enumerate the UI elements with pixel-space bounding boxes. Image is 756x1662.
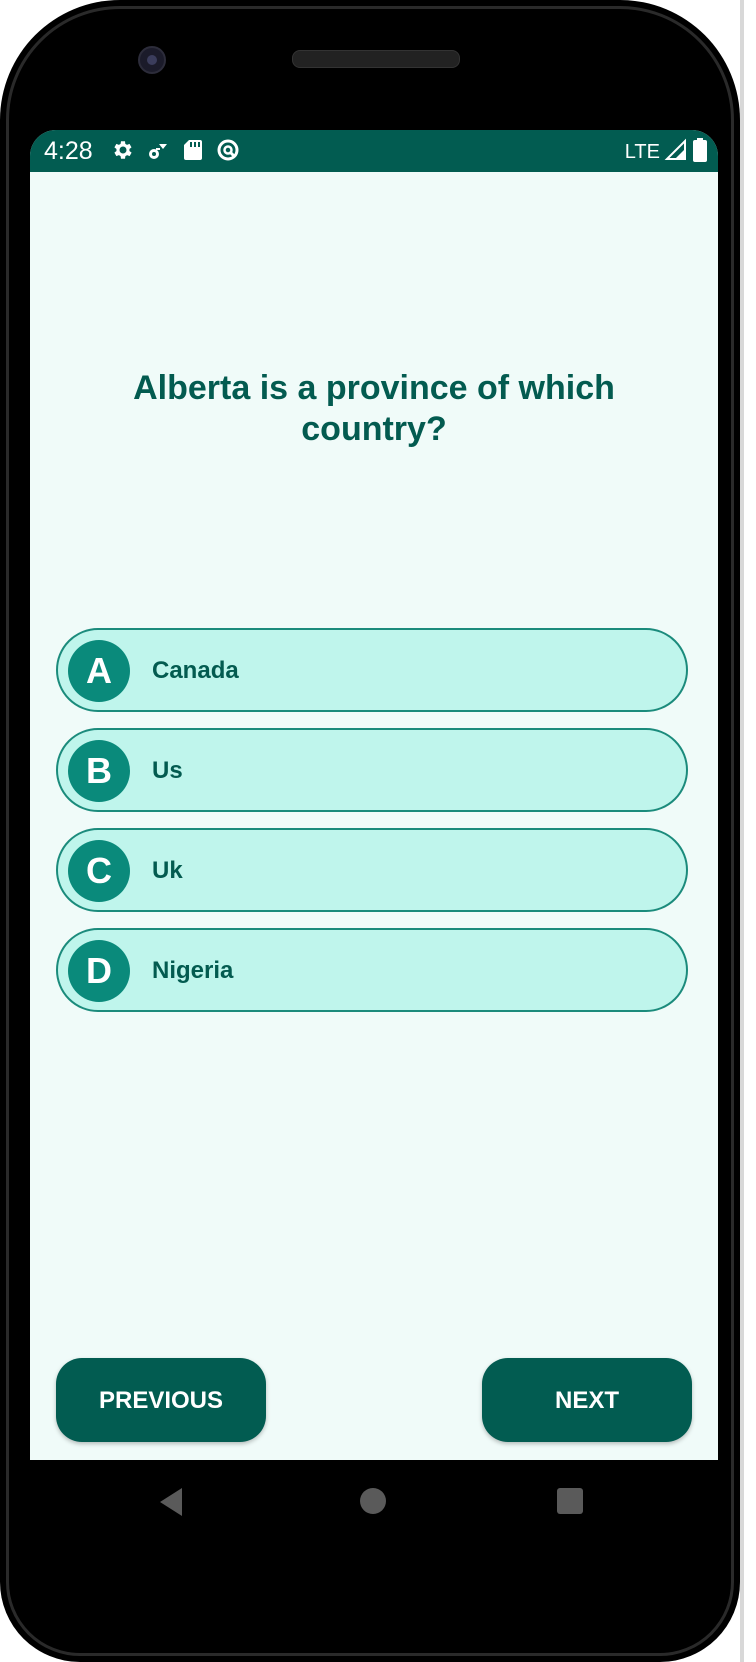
option-label: Canada <box>152 657 239 684</box>
system-nav-bar <box>30 1460 718 1544</box>
option-label: Us <box>152 757 183 784</box>
data-saver-icon <box>216 138 240 162</box>
recent-apps-icon[interactable] <box>557 1488 583 1514</box>
option-letter-badge: C <box>68 840 130 902</box>
option-letter-badge: A <box>68 640 130 702</box>
status-icons-right: LTE <box>625 137 708 168</box>
home-icon[interactable] <box>360 1488 386 1514</box>
signal-alt-icon <box>146 138 170 162</box>
option-letter-badge: D <box>68 940 130 1002</box>
status-icons-left <box>110 138 240 162</box>
previous-button[interactable]: PREVIOUS <box>56 1358 266 1442</box>
option-letter-badge: B <box>68 740 130 802</box>
question-text: Alberta is a province of which country? <box>133 369 615 448</box>
next-button[interactable]: NEXT <box>482 1358 692 1442</box>
option-label: Uk <box>152 857 183 884</box>
option-d[interactable]: D Nigeria <box>56 928 688 1012</box>
option-a[interactable]: A Canada <box>56 628 688 712</box>
option-c[interactable]: C Uk <box>56 828 688 912</box>
earpiece-speaker <box>292 50 460 68</box>
phone-frame: 4:28 LTE Alberta is a province of which … <box>0 0 740 1662</box>
background-window-edge <box>740 0 756 1662</box>
status-time: 4:28 <box>44 137 93 165</box>
back-icon[interactable] <box>158 1486 184 1523</box>
status-bar: 4:28 LTE <box>30 130 718 172</box>
front-camera <box>138 46 166 74</box>
app-screen: 4:28 LTE Alberta is a province of which … <box>30 130 718 1460</box>
sd-card-icon <box>182 138 204 162</box>
option-label: Nigeria <box>152 957 234 984</box>
cell-signal-icon <box>664 138 688 167</box>
network-type: LTE <box>624 141 660 163</box>
option-b[interactable]: B Us <box>56 728 688 812</box>
gear-icon <box>110 138 134 162</box>
window-edge-line <box>740 0 744 1662</box>
battery-icon <box>692 137 708 168</box>
